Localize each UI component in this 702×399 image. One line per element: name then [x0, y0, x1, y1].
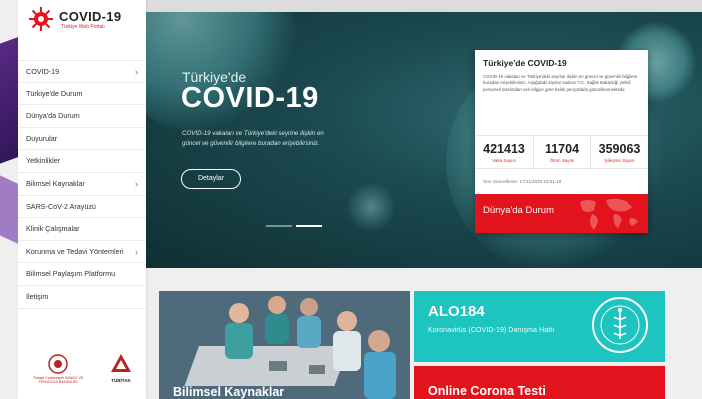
sidebar-item-label: Korunma ve Tedavi Yöntemleri	[26, 246, 124, 256]
chevron-right-icon: ›	[135, 178, 138, 189]
chevron-right-icon: ›	[135, 67, 138, 77]
health-ministry-seal-icon	[592, 297, 648, 353]
top-bar	[146, 0, 702, 12]
world-status-label: Dünya'da Durum	[483, 205, 554, 216]
death-count: 11704	[544, 142, 580, 156]
ministry-emblem-icon	[48, 354, 68, 374]
tubitak-name: TÜBİTAK	[111, 378, 131, 383]
sidebar-item-label: Dünya'da Durum	[26, 111, 80, 121]
case-count-stat: 421413 Vaka Sayısı	[475, 136, 533, 170]
scientific-sources-tile[interactable]: Bilimsel Kaynaklar	[159, 291, 410, 399]
case-count-label: Vaka Sayısı	[492, 158, 516, 163]
card-description: COVID-19 vakaları ve Türkiye'deki seyrin…	[483, 74, 638, 92]
stats-row: 421413 Vaka Sayısı 11704 Ölüm Sayısı 359…	[475, 135, 648, 170]
turkey-stats-card: Türkiye'de COVID-19 COVID-19 vakaları ve…	[475, 50, 648, 233]
logo-title: COVID-19	[59, 9, 122, 24]
sidebar-item-label: Duyurular	[26, 133, 58, 143]
alo184-tile[interactable]: ALO184 Koronavirüs (COVID-19) Danışma Ha…	[414, 291, 665, 362]
sidebar-item-label: COVID-19	[26, 67, 60, 76]
details-button[interactable]: Detaylar	[181, 169, 241, 189]
death-count-label: Ölüm Sayısı	[549, 158, 575, 163]
sidebar-item-sharing-platform[interactable]: Bilimsel Paylaşım Platformu	[18, 263, 146, 286]
case-count: 421413	[483, 142, 525, 156]
sidebar-item-label: Bilimsel Kaynaklar	[26, 178, 85, 188]
alo184-subtitle: Koronavirüs (COVID-19) Danışma Hattı	[428, 325, 555, 334]
sidebar-item-label: İletişim	[26, 291, 49, 301]
hero-description: COVID-19 vakaları ve Türkiye'deki seyrin…	[182, 130, 324, 147]
tubitak-logo[interactable]: TÜBİTAK	[106, 353, 136, 387]
virus-illustration	[346, 182, 396, 232]
sidebar-item-label: Klinik Çalışmalar	[26, 224, 80, 234]
logo-subtitle: Türkiye Web Portalı	[61, 24, 105, 30]
virus-logo-icon	[29, 7, 53, 31]
card-title: Türkiye'de COVID-19	[483, 58, 567, 68]
recovery-count-stat: 359063 İyileşme Sayısı	[590, 136, 648, 170]
slide-indicator[interactable]	[266, 225, 292, 227]
page: COVID-19 Türkiye Web Portalı COVID-19 › T…	[0, 0, 702, 399]
recovery-count-label: İyileşme Sayısı	[604, 158, 635, 163]
sidebar: COVID-19 Türkiye Web Portalı COVID-19 › T…	[18, 0, 146, 399]
sidebar-item-world-status[interactable]: Dünya'da Durum	[18, 105, 146, 128]
sidebar-item-contact[interactable]: İletişim	[18, 286, 146, 309]
hero-title: COVID-19	[181, 82, 319, 114]
sidebar-item-competencies[interactable]: Yetkinlikler	[18, 150, 146, 173]
sidebar-item-sars-cov2-interface[interactable]: SARS-CoV-2 Arayüzü	[18, 196, 146, 219]
sidebar-item-label: Türkiye'de Durum	[26, 88, 83, 98]
sidebar-item-prevention-treatment[interactable]: Korunma ve Tedavi Yöntemleri ›	[18, 241, 146, 264]
sidebar-menu: COVID-19 › Türkiye'de Durum Dünya'da Duru…	[18, 60, 146, 309]
last-updated: Son Güncelleme: 17/11/2020 23:51:18	[483, 179, 562, 184]
online-test-tile[interactable]: Online Corona Testi	[414, 366, 665, 399]
world-status-button[interactable]: Dünya'da Durum	[475, 194, 648, 233]
ministry-name: Türkiye Cumhuriyeti SANAYİ VE TEKNOLOJİ …	[32, 376, 84, 384]
ministry-logo[interactable]: Türkiye Cumhuriyeti SANAYİ VE TEKNOLOJİ …	[28, 353, 88, 387]
sidebar-item-announcements[interactable]: Duyurular	[18, 128, 146, 151]
sidebar-item-label: Bilimsel Paylaşım Platformu	[26, 269, 116, 279]
chevron-right-icon: ›	[135, 246, 138, 257]
slider-dots	[266, 225, 326, 229]
scientific-sources-label: Bilimsel Kaynaklar	[173, 385, 285, 399]
sidebar-item-label: Yetkinlikler	[26, 156, 61, 166]
sidebar-item-covid19[interactable]: COVID-19 ›	[18, 60, 146, 83]
slide-indicator-active[interactable]	[296, 225, 322, 227]
world-map-icon	[580, 198, 638, 230]
alo184-title: ALO184	[428, 303, 485, 320]
meeting-photo-icon	[159, 291, 410, 399]
death-count-stat: 11704 Ölüm Sayısı	[533, 136, 590, 170]
sidebar-item-scientific-sources[interactable]: Bilimsel Kaynaklar ›	[18, 173, 146, 196]
tubitak-emblem-icon	[111, 354, 131, 372]
sidebar-item-clinical-studies[interactable]: Klinik Çalışmalar	[18, 218, 146, 241]
site-logo[interactable]: COVID-19 Türkiye Web Portalı	[28, 6, 138, 36]
recovery-count: 359063	[598, 142, 641, 156]
online-test-label: Online Corona Testi	[428, 384, 546, 398]
sidebar-item-turkey-status[interactable]: Türkiye'de Durum	[18, 83, 146, 106]
partner-logos: Türkiye Cumhuriyeti SANAYİ VE TEKNOLOJİ …	[28, 353, 138, 387]
sidebar-item-label: SARS-CoV-2 Arayüzü	[26, 201, 96, 211]
